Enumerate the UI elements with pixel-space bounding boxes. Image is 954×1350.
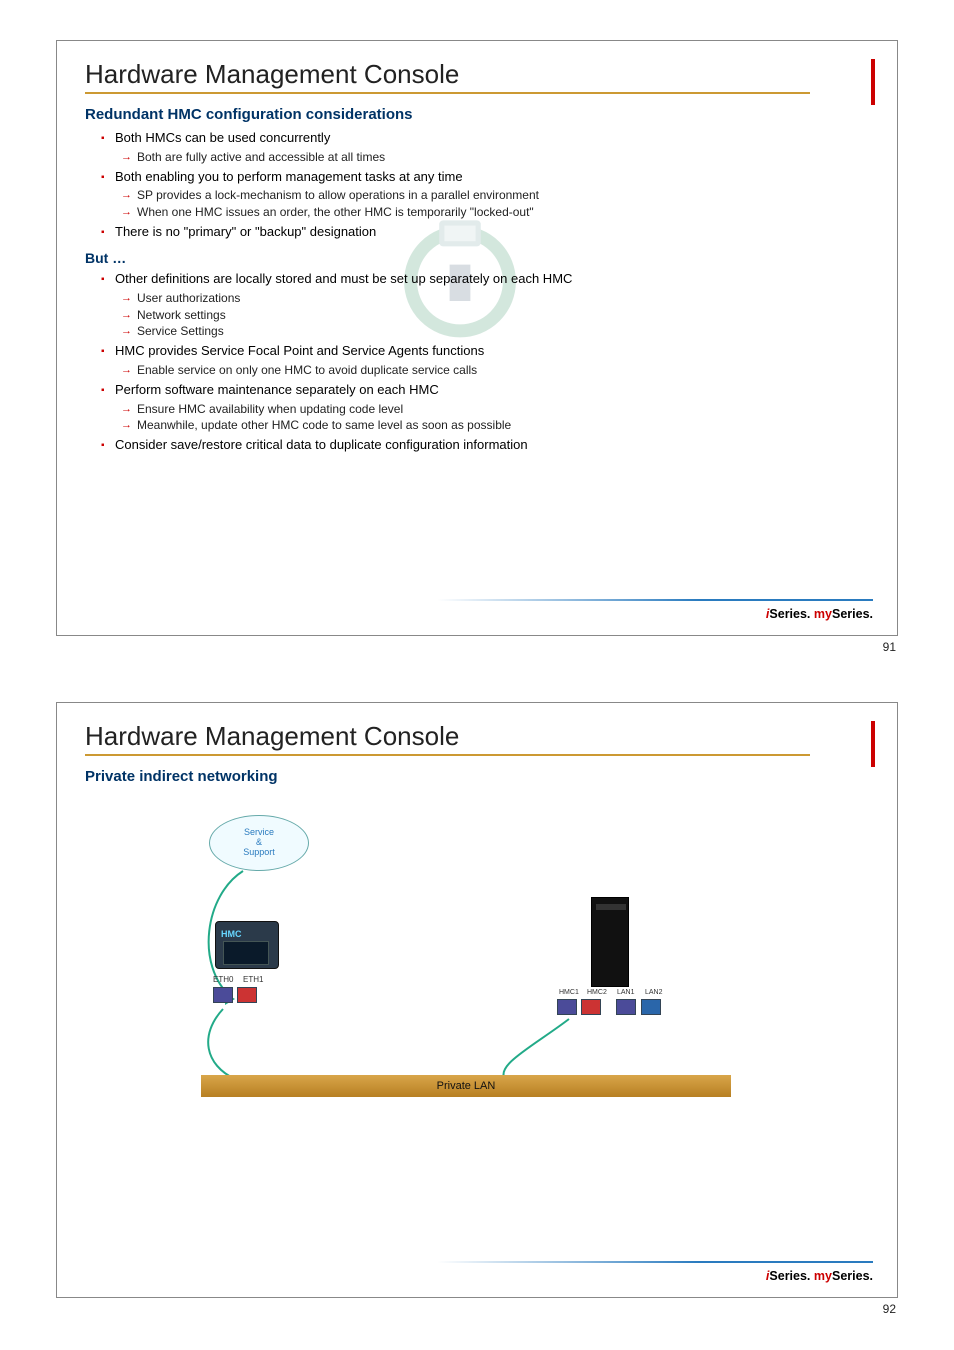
port-hmc2 — [581, 999, 601, 1015]
but-heading: But … — [85, 250, 873, 266]
bullet-group-a: Both HMCs can be used concurrently Both … — [85, 129, 873, 242]
hmc2-label: HMC2 — [587, 989, 607, 996]
bullet-item: Consider save/restore critical data to d… — [115, 436, 873, 455]
hmc-ports — [213, 987, 257, 1008]
sub-bullet: Enable service on only one HMC to avoid … — [137, 362, 873, 379]
footer-rule — [437, 1261, 873, 1263]
sub-bullet: Ensure HMC availability when updating co… — [137, 401, 873, 418]
footer-series2: Series. — [832, 607, 873, 621]
port-eth0 — [213, 987, 233, 1003]
footer-series: Series. — [769, 607, 810, 621]
bullet-text: Consider save/restore critical data to d… — [115, 437, 528, 452]
service-support-cloud: Service & Support — [209, 815, 309, 871]
title-underline — [85, 92, 810, 94]
footer-series: Series. — [769, 1269, 810, 1283]
footer-tagline: iSeries. mySeries. — [766, 1269, 873, 1283]
port-hmc1 — [557, 999, 577, 1015]
title-underline — [85, 754, 810, 756]
bullet-text: HMC provides Service Focal Point and Ser… — [115, 343, 484, 358]
sub-bullet: Network settings — [137, 307, 873, 324]
eth1-label: ETH1 — [243, 975, 263, 984]
sub-bullet: When one HMC issues an order, the other … — [137, 204, 873, 221]
bullet-text: Both HMCs can be used concurrently — [115, 130, 330, 145]
slide-92: Hardware Management Console Private indi… — [56, 702, 898, 1298]
bullet-item: Both enabling you to perform management … — [115, 168, 873, 221]
page-number: 92 — [56, 1302, 898, 1316]
section-heading: Redundant HMC configuration consideratio… — [85, 106, 873, 123]
sub-bullet: SP provides a lock-mechanism to allow op… — [137, 187, 873, 204]
bullet-text: Perform software maintenance separately … — [115, 382, 439, 397]
sub-bullet: Both are fully active and accessible at … — [137, 149, 873, 166]
slide-title: Hardware Management Console — [85, 721, 873, 752]
bullet-item: There is no "primary" or "backup" design… — [115, 223, 873, 242]
bullet-group-b: Other definitions are locally stored and… — [85, 270, 873, 455]
page-number: 91 — [56, 640, 898, 654]
bullet-item: Perform software maintenance separately … — [115, 381, 873, 434]
cloud-label: Service & Support — [243, 827, 275, 857]
private-lan-bar: Private LAN — [201, 1075, 731, 1097]
footer-my: my — [814, 1269, 832, 1283]
server-tower — [591, 897, 629, 987]
lan1-label: LAN1 — [617, 989, 635, 996]
sub-bullet: Service Settings — [137, 323, 873, 340]
bullet-item: Both HMCs can be used concurrently Both … — [115, 129, 873, 166]
bullet-text: Other definitions are locally stored and… — [115, 271, 572, 286]
section-heading: Private indirect networking — [85, 768, 873, 785]
hmc1-label: HMC1 — [559, 989, 579, 996]
sub-bullet: Meanwhile, update other HMC code to same… — [137, 417, 873, 434]
port-lan2 — [641, 999, 661, 1015]
slide-title: Hardware Management Console — [85, 59, 873, 90]
bullet-text: There is no "primary" or "backup" design… — [115, 224, 376, 239]
eth0-label: ETH0 — [213, 975, 233, 984]
footer-tagline: iSeries. mySeries. — [766, 607, 873, 621]
port-lan1 — [616, 999, 636, 1015]
slide-91: Hardware Management Console Redundant HM… — [56, 40, 898, 636]
accent-bar — [871, 59, 875, 105]
port-eth1 — [237, 987, 257, 1003]
accent-bar — [871, 721, 875, 767]
footer-rule — [437, 599, 873, 601]
network-diagram: Service & Support HMC ETH0 ETH1 — [175, 815, 775, 1135]
bullet-text: Both enabling you to perform management … — [115, 169, 463, 184]
lan2-label: LAN2 — [645, 989, 663, 996]
server-ports — [557, 999, 661, 1020]
hmc-label: HMC — [221, 929, 242, 939]
footer-series2: Series. — [832, 1269, 873, 1283]
lan-bar-label: Private LAN — [437, 1080, 496, 1092]
sub-bullet: User authorizations — [137, 290, 873, 307]
hmc-screen — [223, 941, 269, 965]
bullet-item: Other definitions are locally stored and… — [115, 270, 873, 340]
footer-my: my — [814, 607, 832, 621]
bullet-item: HMC provides Service Focal Point and Ser… — [115, 342, 873, 379]
